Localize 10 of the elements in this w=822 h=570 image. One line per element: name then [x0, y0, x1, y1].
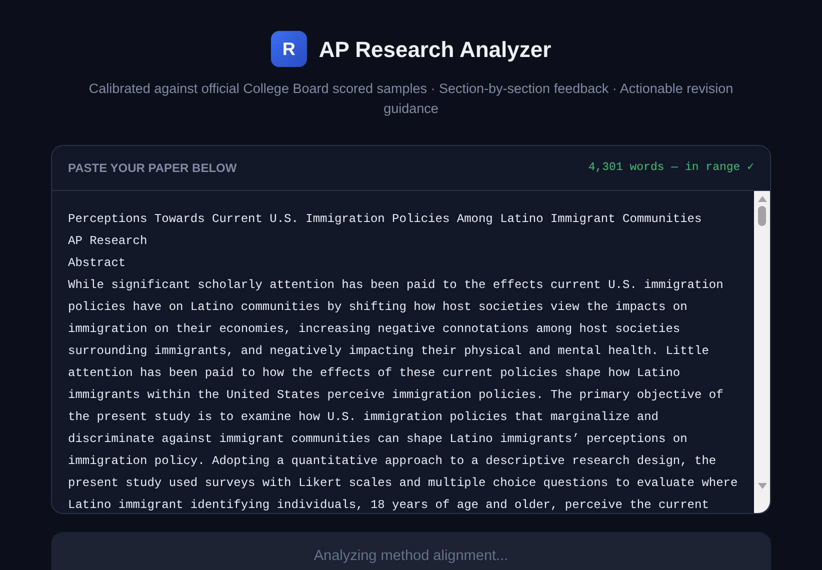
app-title: AP Research Analyzer	[318, 36, 552, 64]
scroll-down-icon[interactable]	[758, 483, 766, 489]
subtitle: Calibrated against official College Board scored samples · Section-by-section feedback · Actionable revision guidance	[88, 80, 734, 118]
scrollbar[interactable]	[754, 191, 770, 513]
scroll-up-icon[interactable]	[758, 196, 766, 202]
scroll-thumb[interactable]	[758, 206, 766, 226]
word-count: 4,301 words — in range ✓	[588, 160, 754, 176]
paste-label: PASTE YOUR PAPER BELOW	[68, 160, 237, 177]
paper-text-field[interactable]: Perceptions Towards Current U.S. Immigration Policies Among Latino Immigrant Communities AP Research Abstract While significant scholarly attention has been paid to the effects current U.S. immigration policies have on Latino communities by shifting how host societies view the impacts on immigration on their economies, increasing negative connotations among host societies surrounding immigrants, and negatively impacting their physical and mental health. Little attention has been paid to how the effects of these current policies shape how Latino immigrants within the United States perceive immigration policies. The primary objective of the present study is to examine how U.S. immigration policies that marginalize and discriminate against immigrant communities can shape Latino immigrants’ perceptions on immigration policy. Adopting a quantitative approach to a descriptive research design, the present study used surveys with Likert scales and multiple choice questions to evaluate where Latino immigrant identifying individuals, 18 years of age and older, perceive the current	[52, 191, 754, 513]
logo-icon: R	[270, 31, 307, 67]
